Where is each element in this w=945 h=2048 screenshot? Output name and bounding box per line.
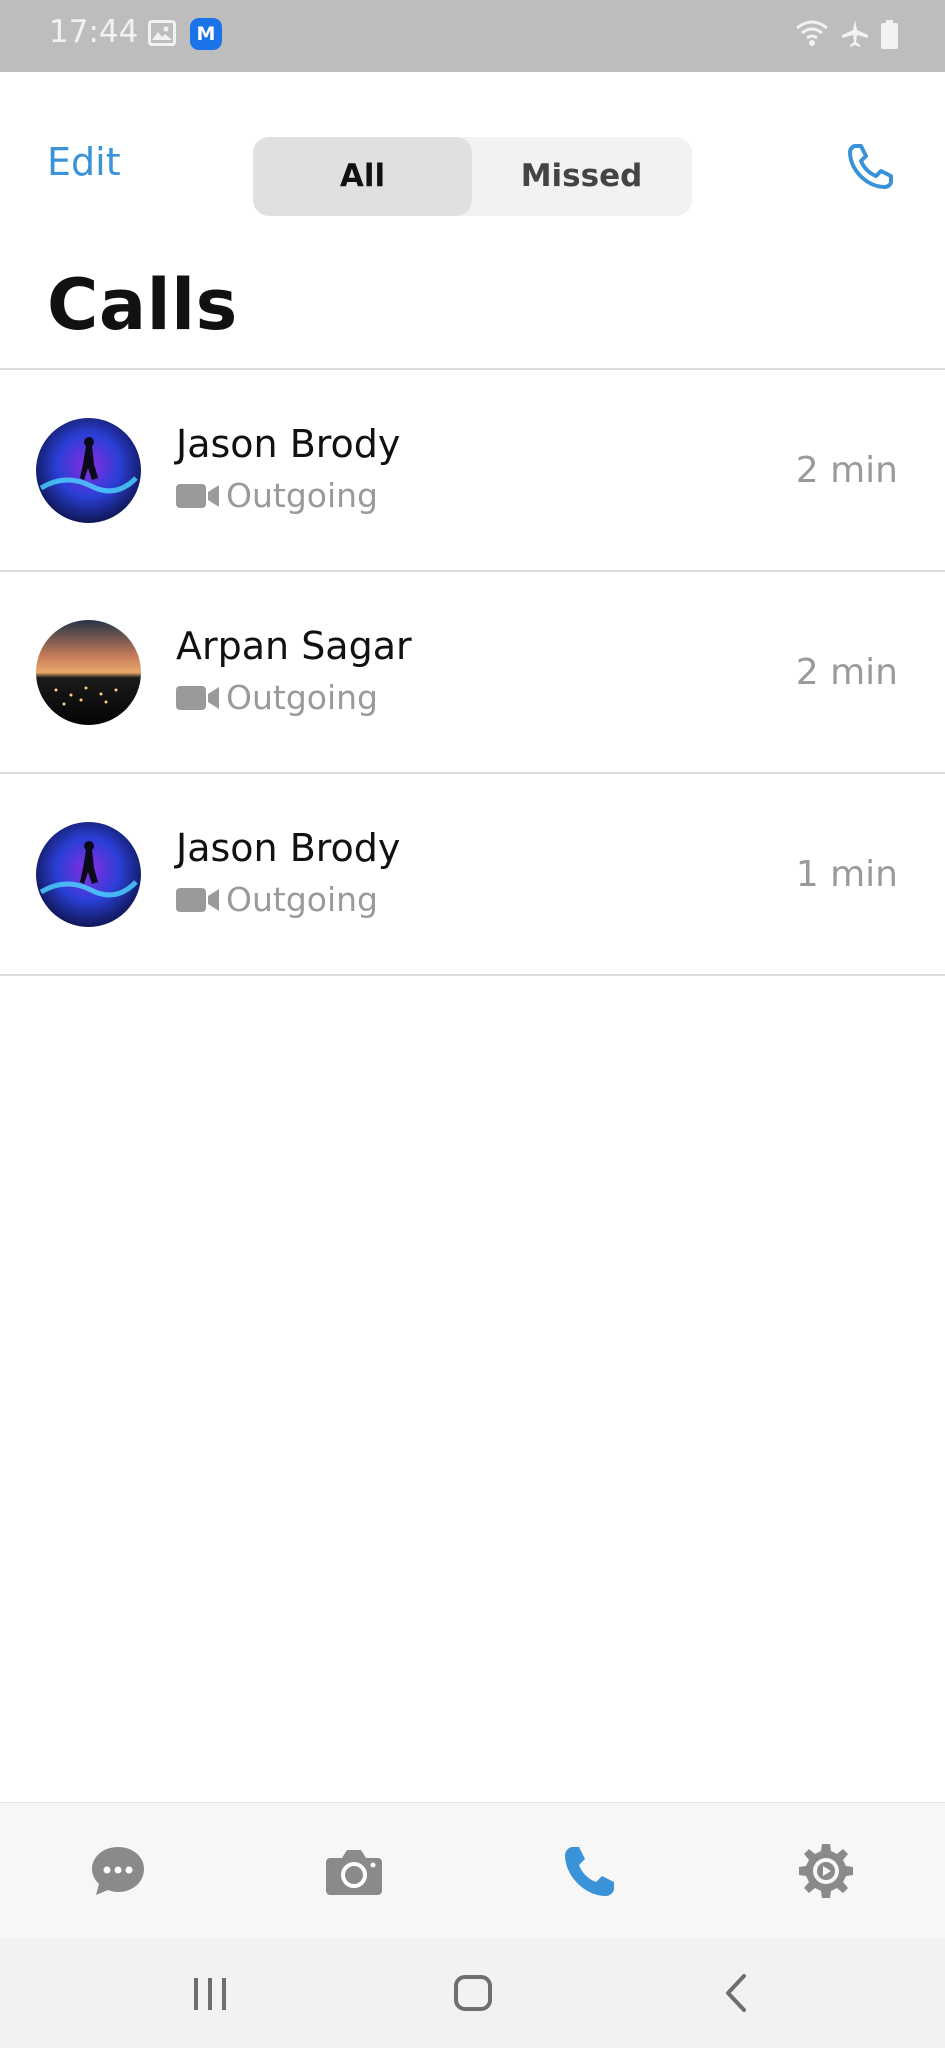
system-nav-bar <box>0 1938 945 2048</box>
wifi-icon <box>796 20 828 46</box>
battery-icon <box>881 20 898 49</box>
status-bar: 17:44 M <box>0 0 945 72</box>
page-title: Calls <box>47 264 238 346</box>
avatar <box>36 620 141 725</box>
home-icon[interactable] <box>447 1968 499 2018</box>
call-duration: 2 min <box>795 652 898 693</box>
call-type: Outgoing <box>176 880 378 919</box>
calls-header: Edit All Missed Calls <box>0 72 945 368</box>
avatar <box>36 418 141 523</box>
segment-missed[interactable]: Missed <box>472 137 691 216</box>
camera-icon[interactable] <box>324 1841 384 1901</box>
call-type-label: Outgoing <box>226 678 378 717</box>
chat-bubble-icon[interactable] <box>88 1841 148 1901</box>
call-type-label: Outgoing <box>226 476 378 515</box>
contact-name: Jason Brody <box>176 422 401 466</box>
contact-name: Jason Brody <box>176 826 401 870</box>
edit-button[interactable]: Edit <box>47 140 121 184</box>
call-type-label: Outgoing <box>226 880 378 919</box>
call-row[interactable]: Jason Brody Outgoing 1 min <box>0 774 945 974</box>
back-icon[interactable] <box>712 1968 764 2018</box>
video-camera-icon <box>176 685 219 710</box>
call-row[interactable]: Arpan Sagar Outgoing 2 min <box>0 572 945 772</box>
avatar <box>36 822 141 927</box>
video-camera-icon <box>176 483 219 508</box>
calls-filter-segmented-control: All Missed <box>253 137 692 216</box>
video-camera-icon <box>176 887 219 912</box>
call-type: Outgoing <box>176 476 378 515</box>
call-type: Outgoing <box>176 678 378 717</box>
gallery-icon <box>148 20 176 46</box>
call-duration: 2 min <box>795 450 898 491</box>
recent-apps-icon[interactable] <box>184 1968 236 2018</box>
app-notification-icon: M <box>190 18 222 50</box>
gear-icon[interactable] <box>796 1841 856 1901</box>
new-call-phone-icon[interactable] <box>845 140 897 192</box>
contact-name: Arpan Sagar <box>176 624 412 668</box>
airplane-mode-icon <box>842 20 868 47</box>
call-row[interactable]: Jason Brody Outgoing 2 min <box>0 370 945 570</box>
call-duration: 1 min <box>795 854 898 895</box>
status-time: 17:44 <box>49 14 139 50</box>
phone-icon[interactable] <box>560 1841 620 1901</box>
divider <box>0 974 945 976</box>
bottom-tab-bar <box>0 1802 945 1938</box>
segment-all[interactable]: All <box>253 137 472 216</box>
